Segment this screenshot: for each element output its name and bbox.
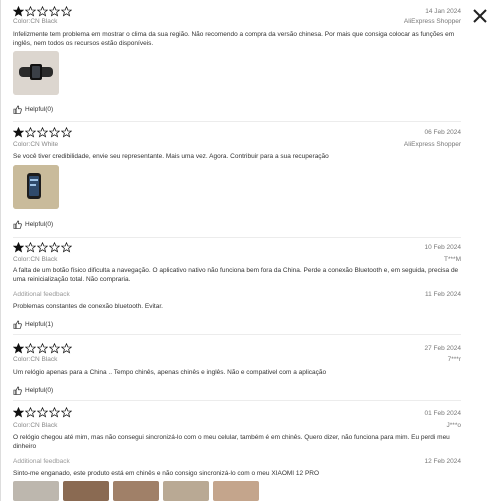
helpful-label: Helpful(0) — [25, 221, 54, 228]
thumbs-up-icon — [13, 320, 22, 329]
helpful-label: Helpful(0) — [25, 387, 54, 394]
star-filled-icon — [13, 343, 24, 354]
review-color: Color:CN Black — [13, 422, 58, 429]
review-photo[interactable] — [13, 165, 59, 209]
star-empty-icon — [61, 6, 72, 17]
review-text: Se você tiver credibilidade, envie seu r… — [13, 153, 329, 160]
review-photo[interactable] — [63, 481, 109, 501]
review-photo[interactable] — [13, 481, 59, 501]
close-icon — [473, 9, 487, 23]
review-author: 7***r — [447, 356, 461, 363]
review-item: 27 Feb 2024 7***r Color:CN Black Um reló… — [13, 341, 461, 401]
review-item: 10 Feb 2024 T***M Color:CN Black A falta… — [13, 240, 461, 335]
watch-photo-image — [13, 165, 59, 209]
star-empty-icon — [25, 343, 36, 354]
additional-feedback-text: Sinto-me enganado, este produto está em … — [13, 470, 320, 477]
review-item: 01 Feb 2024 J***o Color:CN Black O relóg… — [13, 405, 461, 501]
helpful-label: Helpful(1) — [25, 321, 54, 328]
star-empty-icon — [37, 127, 48, 138]
additional-feedback-date: 12 Feb 2024 — [424, 458, 461, 465]
helpful-button[interactable]: Helpful(0) — [13, 220, 53, 229]
star-filled-icon — [13, 242, 24, 253]
star-empty-icon — [37, 407, 48, 418]
star-rating — [13, 343, 72, 355]
review-date: 27 Feb 2024 — [424, 345, 461, 352]
star-empty-icon — [49, 407, 60, 418]
star-empty-icon — [25, 6, 36, 17]
helpful-button[interactable]: Helpful(0) — [13, 386, 53, 395]
review-text: A falta de um botão físico dificulta a n… — [13, 267, 459, 283]
review-photo[interactable] — [163, 481, 209, 501]
review-author: T***M — [444, 256, 461, 263]
review-color: Color:CN White — [13, 141, 59, 148]
review-date: 01 Feb 2024 — [424, 410, 461, 417]
star-rating — [13, 127, 72, 139]
additional-feedback-label: Additional feedback — [13, 458, 70, 465]
additional-feedback-label: Additional feedback — [13, 291, 70, 298]
review-photo-strip — [13, 481, 259, 501]
additional-feedback-text: Problemas constantes de conexão bluetoot… — [13, 303, 163, 310]
review-color: Color:CN Black — [13, 18, 58, 25]
thumbs-up-icon — [13, 220, 22, 229]
star-empty-icon — [37, 242, 48, 253]
review-photo[interactable] — [213, 481, 259, 501]
review-date: 06 Feb 2024 — [424, 129, 461, 136]
review-text: Um relógio apenas para a China .. Tempo … — [13, 369, 327, 376]
review-author: J***o — [446, 422, 461, 429]
review-color: Color:CN Black — [13, 356, 58, 363]
star-empty-icon — [37, 6, 48, 17]
close-button[interactable] — [470, 6, 490, 26]
review-author: AliExpress Shopper — [403, 141, 461, 148]
star-empty-icon — [25, 407, 36, 418]
star-empty-icon — [61, 242, 72, 253]
additional-feedback-date: 11 Feb 2024 — [424, 291, 461, 298]
star-empty-icon — [61, 127, 72, 138]
star-empty-icon — [61, 407, 72, 418]
review-photo[interactable] — [113, 481, 159, 501]
star-empty-icon — [49, 242, 60, 253]
star-empty-icon — [49, 343, 60, 354]
review-date: 10 Feb 2024 — [424, 244, 461, 251]
star-empty-icon — [37, 343, 48, 354]
star-empty-icon — [25, 242, 36, 253]
review-photo[interactable] — [13, 51, 59, 95]
helpful-button[interactable]: Helpful(0) — [13, 105, 53, 114]
review-author: AliExpress Shopper — [403, 18, 461, 25]
helpful-button[interactable]: Helpful(1) — [13, 320, 53, 329]
star-rating — [13, 242, 72, 254]
review-item: 14 Jan 2024 AliExpress Shopper Color:CN … — [13, 4, 461, 122]
star-filled-icon — [13, 407, 24, 418]
star-filled-icon — [13, 6, 24, 17]
watch-photo-image — [13, 51, 59, 95]
star-empty-icon — [49, 6, 60, 17]
review-text: O relógio chegou até mim, mas não conseg… — [13, 434, 450, 450]
helpful-label: Helpful(0) — [25, 106, 54, 113]
thumbs-up-icon — [13, 386, 22, 395]
reviews-modal: 14 Jan 2024 AliExpress Shopper Color:CN … — [0, 0, 500, 501]
review-item: 06 Feb 2024 AliExpress Shopper Color:CN … — [13, 125, 461, 238]
star-rating — [13, 6, 72, 18]
star-empty-icon — [49, 127, 60, 138]
star-filled-icon — [13, 127, 24, 138]
star-empty-icon — [25, 127, 36, 138]
thumbs-up-icon — [13, 105, 22, 114]
review-color: Color:CN Black — [13, 256, 58, 263]
star-rating — [13, 407, 72, 419]
star-empty-icon — [61, 343, 72, 354]
review-text: Infelizmente tem problema em mostrar o c… — [13, 31, 455, 47]
review-date: 14 Jan 2024 — [425, 8, 461, 15]
